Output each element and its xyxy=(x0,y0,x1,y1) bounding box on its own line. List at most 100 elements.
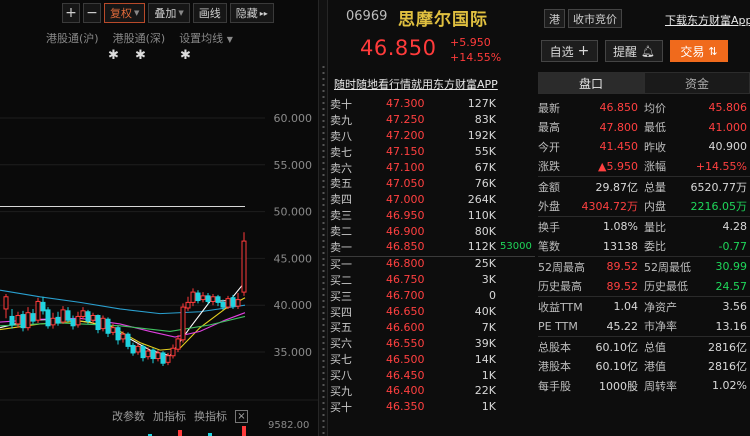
grip-dot xyxy=(322,324,325,326)
bid-level-row[interactable]: 买十 46.350 1K xyxy=(330,399,536,415)
stat-label: 换手 xyxy=(538,220,560,234)
ma-settings[interactable]: 设置均线 ▼ xyxy=(179,30,233,46)
stat-value: 41.000 xyxy=(708,120,748,134)
candlestick-chart[interactable]: 60.000 55.000 50.000 45.000 40.000 35.000 xyxy=(0,60,318,436)
bid-level-row[interactable]: 买九 46.400 22K xyxy=(330,383,536,399)
stat-value: 60.10亿 xyxy=(595,340,639,354)
draw-line-button[interactable]: 画线 xyxy=(192,3,227,23)
stat-label: 涨跌 xyxy=(538,160,560,174)
stat-label: 收益TTM xyxy=(538,300,583,314)
ask-level-row[interactable]: 卖九 47.250 83K xyxy=(330,112,536,128)
level-price: 46.550 xyxy=(386,336,425,350)
bid-level-row[interactable]: 买七 46.500 14K xyxy=(330,351,536,367)
level-label: 卖七 xyxy=(330,145,352,159)
add-watchlist-button[interactable]: 自选 + xyxy=(541,40,598,62)
stat-label: 52周最低 xyxy=(644,260,691,274)
ask-level-row[interactable]: 卖六 47.100 67K xyxy=(330,160,536,176)
edit-params-button[interactable]: 改参数 xyxy=(112,408,145,424)
splitter-handle[interactable] xyxy=(322,60,325,436)
bid-level-row[interactable]: 买五 46.600 7K xyxy=(330,319,536,335)
level-label: 卖四 xyxy=(330,193,352,207)
stat-value: 6520.77万 xyxy=(690,180,748,194)
hide-button[interactable]: 隐藏 ▸▸ xyxy=(229,3,274,23)
stat-value: 40.900 xyxy=(708,140,748,154)
ask-level-row[interactable]: 卖八 47.200 192K xyxy=(330,128,536,144)
level-volume: 3K xyxy=(481,273,496,287)
stat-value: 45.806 xyxy=(708,101,748,115)
bid-level-row[interactable]: 买八 46.450 1K xyxy=(330,367,536,383)
switch-indicator-button[interactable]: 换指标 xyxy=(194,408,227,424)
adjust-dropdown[interactable]: 复权 ▼ xyxy=(104,3,146,23)
stat-label: 委比 xyxy=(644,240,666,254)
grip-dot xyxy=(322,216,325,218)
candle-down xyxy=(85,311,91,322)
level-label: 买六 xyxy=(330,337,352,351)
grip-dot xyxy=(322,210,325,212)
level-label: 买九 xyxy=(330,384,352,398)
grip-dot xyxy=(322,96,325,98)
grip-dot xyxy=(322,288,325,290)
ask-level-row[interactable]: 卖十 47.300 127K xyxy=(330,96,536,112)
level-price: 46.350 xyxy=(386,400,425,414)
ask-level-row[interactable]: 卖七 47.150 55K xyxy=(330,144,536,160)
close-icon[interactable]: × xyxy=(235,409,248,423)
bell-icon: 🔔︎ xyxy=(641,44,655,58)
candle-up xyxy=(120,333,126,340)
level-volume: 264K xyxy=(467,192,496,206)
kline-chart-panel[interactable]: + − 复权 ▼ 叠加 ▼ 画线 隐藏 ▸▸ 港股通(沪) 港股通(深) 设置均… xyxy=(0,0,318,436)
bid-level-row[interactable]: 买三 46.700 0 xyxy=(330,288,536,304)
zoom-out-button[interactable]: − xyxy=(83,3,101,23)
stat-value: 2816亿 xyxy=(708,340,747,354)
bid-level-row[interactable]: 买四 46.650 40K xyxy=(330,304,536,320)
bid-level-row[interactable]: 买一 46.800 25K xyxy=(330,256,536,272)
stat-row: 52周最高 89.52 52周最低 30.99 xyxy=(538,257,750,277)
stat-row: 外盘 4304.72万 内盘 2216.05万 xyxy=(538,197,750,217)
candle-up xyxy=(3,296,9,310)
grip-dot xyxy=(322,318,325,320)
tab-capital-flow[interactable]: 资金 xyxy=(644,72,750,94)
level-volume: 80K xyxy=(474,224,496,238)
tab-orderbook[interactable]: 盘口 xyxy=(538,72,644,94)
download-app-link[interactable]: 下载东方财富App xyxy=(665,12,750,28)
stat-value: 29.87亿 xyxy=(595,180,639,194)
level-label: 买七 xyxy=(330,353,352,367)
level-volume: 192K xyxy=(467,129,496,143)
stat-value: 41.450 xyxy=(599,140,639,154)
ask-level-row[interactable]: 卖三 46.950 110K xyxy=(330,207,536,223)
overlay-hk-connect-sh[interactable]: 港股通(沪) xyxy=(46,30,99,46)
zoom-in-button[interactable]: + xyxy=(62,3,80,23)
stat-value: 4304.72万 xyxy=(581,200,639,214)
candle-up xyxy=(135,345,141,353)
level-volume: 0 xyxy=(489,289,496,303)
level-label: 买十 xyxy=(330,400,352,414)
candle-up xyxy=(180,306,186,341)
ask-level-row[interactable]: 卖五 47.050 76K xyxy=(330,175,536,191)
level-label: 卖二 xyxy=(330,225,352,239)
level-volume: 1K xyxy=(481,368,496,382)
grip-dot xyxy=(322,174,325,176)
candle-up xyxy=(241,240,247,293)
add-indicator-button[interactable]: 加指标 xyxy=(153,408,186,424)
trade-button[interactable]: 交易 ⇅ xyxy=(670,40,728,62)
panel-splitter[interactable] xyxy=(318,0,328,436)
candle-up xyxy=(25,312,31,329)
promo-link[interactable]: 随时随地看行情就用东方财富APP xyxy=(334,76,534,92)
stat-label: 52周最高 xyxy=(538,260,585,274)
grip-dot xyxy=(322,390,325,392)
ask-level-row[interactable]: 卖二 46.900 80K xyxy=(330,223,536,239)
alert-button[interactable]: 提醒 🔔︎ xyxy=(605,40,663,62)
ask-level-row[interactable]: 卖一 46.850 112K 53000 xyxy=(330,239,536,255)
candle-up xyxy=(60,309,66,323)
ask-level-row[interactable]: 卖四 47.000 264K xyxy=(330,191,536,207)
overlay-hk-connect-sz[interactable]: 港股通(深) xyxy=(113,30,166,46)
grip-dot xyxy=(322,312,325,314)
y-tick-label: 50.000 xyxy=(274,206,313,219)
bid-level-row[interactable]: 买六 46.550 39K xyxy=(330,335,536,351)
candle-down xyxy=(115,327,121,341)
bid-level-row[interactable]: 买二 46.750 3K xyxy=(330,272,536,288)
y-tick-label: 35.000 xyxy=(274,346,313,359)
hide-label: 隐藏 xyxy=(235,7,258,20)
overlay-dropdown[interactable]: 叠加 ▼ xyxy=(148,3,190,23)
level-label: 卖五 xyxy=(330,177,352,191)
level-volume: 22K xyxy=(474,384,496,398)
